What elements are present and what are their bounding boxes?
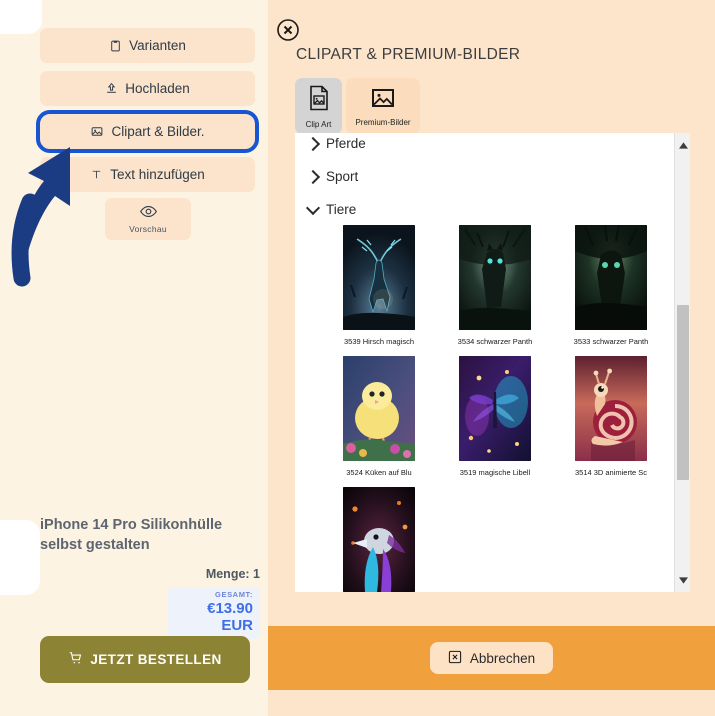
preview-button-label: Vorschau — [129, 223, 167, 234]
tab-label: Clip Art — [305, 120, 332, 129]
cancel-button[interactable]: Abbrechen — [429, 642, 554, 674]
thumbnail-image-deer — [343, 225, 415, 330]
thumbnail-label: 3519 magische Libell — [459, 468, 531, 477]
tab-clip-art[interactable]: Clip Art — [295, 78, 342, 134]
total-value: €13.90 EUR — [207, 600, 253, 635]
modal-title: CLIPART & PREMIUM-BILDER — [296, 46, 521, 63]
category-list: Pferde Sport Tiere — [305, 133, 646, 226]
text-icon — [90, 168, 103, 181]
left-tool-panel: Varianten Hochladen Clipart & Bilder. Te… — [0, 0, 268, 716]
scroll-down-icon[interactable] — [675, 572, 690, 588]
thumbnail-image-panther — [459, 225, 531, 330]
modal-tab-bar: Clip Art Premium-Bilder — [295, 78, 420, 134]
premium-image-icon — [371, 87, 395, 114]
thumbnail-label: 3534 schwarzer Panth — [457, 337, 533, 346]
category-row-sport[interactable]: Sport — [305, 160, 646, 193]
cancel-button-label: Abbrechen — [469, 650, 536, 666]
chevron-right-icon — [305, 169, 321, 184]
category-row-tiere[interactable]: Tiere — [305, 193, 646, 226]
scroll-up-icon[interactable] — [675, 137, 690, 153]
tool-button-label: Text hinzufügen — [110, 167, 205, 182]
thumbnail-item[interactable]: 3514 3D animierte Sc — [553, 356, 669, 477]
category-label: Tiere — [326, 202, 357, 217]
modal-footer: Abbrechen — [268, 626, 715, 690]
tool-button-label: Hochladen — [125, 81, 190, 96]
tab-label: Premium-Bilder — [355, 118, 411, 127]
scrollbar-thumb[interactable] — [677, 305, 689, 480]
thumbnail-image-chick — [343, 356, 415, 461]
thumbnail-image-panther2 — [575, 225, 647, 330]
tab-premium-bilder[interactable]: Premium-Bilder — [346, 78, 420, 134]
thumbnail-image-snail — [575, 356, 647, 461]
tool-button-list: Varianten Hochladen Clipart & Bilder. Te… — [36, 28, 259, 200]
image-icon — [90, 125, 104, 138]
tool-button-label: Clipart & Bilder. — [111, 124, 205, 139]
modal-bottom-strip — [268, 690, 715, 716]
thumbnail-label: 3524 Küken auf Blu — [346, 468, 412, 477]
thumbnail-item[interactable]: 3524 Küken auf Blu — [321, 356, 437, 477]
tool-button-text-hinzufuegen[interactable]: Text hinzufügen — [40, 157, 255, 192]
clipart-gallery: Pferde Sport Tiere 3539 Hirsch magisch 3… — [295, 133, 690, 592]
thumbnail-item[interactable]: 3534 schwarzer Panth — [437, 225, 553, 346]
tool-button-clipart-bilder[interactable]: Clipart & Bilder. — [36, 110, 259, 153]
tool-button-varianten[interactable]: Varianten — [40, 28, 255, 63]
thumbnail-label: 3514 3D animierte Sc — [574, 468, 648, 477]
thumbnail-label: 3533 schwarzer Panth — [573, 337, 649, 346]
close-box-icon — [448, 650, 462, 667]
thumbnail-item[interactable] — [321, 487, 437, 592]
panel-corner-notch-bottom — [0, 520, 40, 595]
order-now-label: JETZT BESTELLEN — [90, 652, 222, 667]
product-title: iPhone 14 Pro Silikonhülle selbst gestal… — [40, 517, 223, 553]
clipart-picker-screen: Varianten Hochladen Clipart & Bilder. Te… — [0, 0, 715, 716]
category-row-pferde[interactable]: Pferde — [305, 133, 646, 160]
category-label: Sport — [326, 169, 359, 184]
thumbnail-item[interactable]: 3519 magische Libell — [437, 356, 553, 477]
eye-icon — [139, 205, 157, 223]
total-label: GESAMT: — [215, 590, 253, 600]
cart-icon — [68, 651, 83, 668]
thumbnail-label: 3539 Hirsch magisch — [343, 337, 415, 346]
total-price-box: GESAMT: €13.90 EUR — [168, 587, 260, 640]
thumbnail-item[interactable]: 3533 schwarzer Panth — [553, 225, 669, 346]
clipboard-icon — [109, 39, 122, 52]
thumbnail-grid: 3539 Hirsch magisch 3534 schwarzer Panth… — [321, 225, 669, 592]
thumbnail-item[interactable]: 3539 Hirsch magisch — [321, 225, 437, 346]
category-label: Pferde — [326, 136, 366, 151]
order-now-button[interactable]: JETZT BESTELLEN — [40, 636, 250, 683]
upload-icon — [105, 82, 118, 95]
thumbnail-image-bird — [343, 487, 415, 592]
tool-button-label: Varianten — [129, 38, 186, 53]
close-circle-icon[interactable] — [276, 18, 300, 42]
chevron-down-icon — [305, 200, 321, 215]
tool-button-hochladen[interactable]: Hochladen — [40, 71, 255, 106]
panel-corner-notch-top — [0, 0, 42, 34]
clipart-file-icon — [308, 85, 330, 116]
gallery-scrollbar[interactable] — [674, 133, 690, 592]
chevron-right-icon — [305, 136, 321, 151]
preview-button[interactable]: Vorschau — [105, 198, 191, 240]
thumbnail-image-dragonfly — [459, 356, 531, 461]
product-summary: iPhone 14 Pro Silikonhülle selbst gestal… — [40, 516, 260, 640]
product-quantity: Menge: 1 — [205, 567, 260, 582]
